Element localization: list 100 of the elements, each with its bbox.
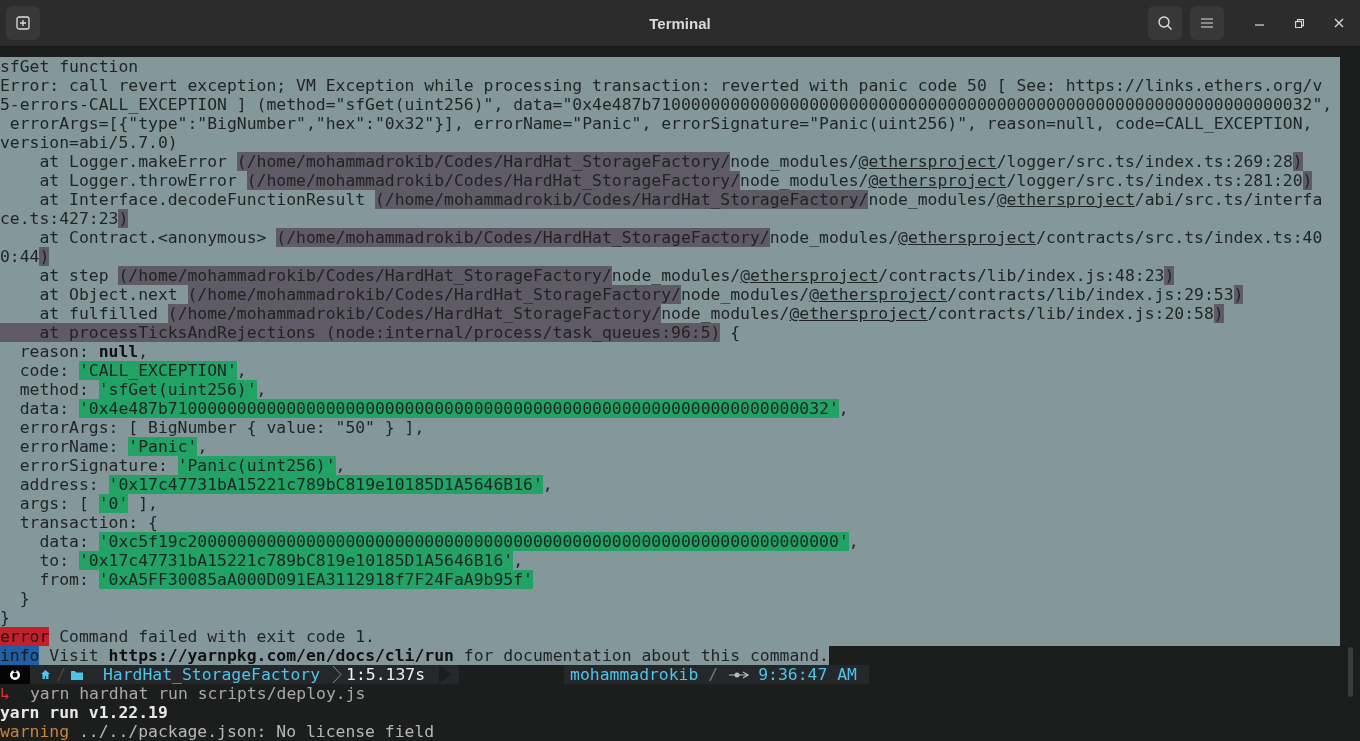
home-icon	[40, 669, 51, 680]
terminal-text: Visit	[48, 646, 100, 665]
link[interactable]: @ethersproject	[809, 285, 948, 304]
terminal-text: args: [	[18, 494, 90, 513]
terminal-text: /contracts/src.ts/index.ts:40	[1036, 228, 1323, 247]
terminal-text: node_modules/	[661, 304, 790, 323]
chevron-icon	[439, 665, 452, 684]
highlighted-path: (/home/mohammadrokib/Codes/HardHat_StorageFactory/	[236, 152, 731, 171]
terminal-text: ,	[513, 551, 524, 570]
new-tab-icon	[16, 16, 30, 30]
terminal-text: }	[0, 608, 10, 627]
string-value: 'Panic(uint256)'	[177, 456, 336, 475]
terminal-text: node_modules/	[611, 266, 741, 285]
string-value: 'CALL_EXCEPTION'	[78, 361, 237, 380]
terminal-text: /contracts/lib/index.js:20:58	[927, 304, 1214, 323]
new-tab-button[interactable]	[6, 6, 40, 40]
search-button[interactable]	[1148, 6, 1182, 40]
terminal-text: sfGet function	[0, 57, 139, 76]
highlighted-path: )	[1292, 152, 1303, 171]
string-value: '0x4e487b7100000000000000000000000000000000000000000000000000000000000000032'	[78, 399, 839, 418]
string-value: 'sfGet(uint256)'	[98, 380, 257, 399]
terminal-text: }	[18, 589, 30, 608]
terminal-text: /logger/src.ts/index.ts:269:28	[996, 152, 1293, 171]
warning-label: warning	[0, 722, 70, 741]
terminal-text: ,	[838, 399, 849, 418]
highlighted-path: (/home/mohammadrokib/Codes/HardHat_StorageFactory/	[167, 304, 662, 323]
highlighted-path: at processTicksAndRejections (node:internal/process/task_queues:96:5)	[0, 323, 721, 342]
info-tag: info	[0, 646, 40, 665]
terminal-text: errorName:	[18, 437, 120, 456]
link[interactable]: @ethersproject	[996, 190, 1135, 209]
terminal-text: 0:44	[0, 247, 40, 266]
terminal-text: node_modules/	[868, 190, 997, 209]
highlighted-path: (/home/mohammadrokib/Codes/HardHat_StorageFactory/	[375, 190, 869, 209]
prompt-arrow: ↳	[0, 684, 10, 703]
window-title: Terminal	[649, 14, 711, 32]
terminal-text: transaction: {	[18, 513, 158, 532]
terminal-text: node_modules/	[740, 171, 869, 190]
terminal-text: data:	[18, 399, 71, 418]
terminal-text: Error: call revert exception; VM Exception while processing transaction: reverted with panic code 50 [ See: https://links.ethers.org/v	[0, 76, 1323, 95]
terminal-text: reason:	[18, 342, 90, 361]
terminal-text: for documentation about this command.	[462, 646, 829, 665]
link[interactable]: @ethersproject	[858, 152, 997, 171]
terminal-text: at Contract.<anonymous>	[38, 228, 268, 247]
highlighted-path: (/home/mohammadrokib/Codes/HardHat_StorageFactory/	[118, 266, 612, 285]
terminal-text: at Logger.throwError	[38, 171, 238, 190]
link[interactable]: @ethersproject	[740, 266, 879, 285]
highlighted-path: )	[39, 247, 50, 266]
terminal-text: errorSignature:	[18, 456, 169, 475]
terminal-text: ],	[137, 494, 158, 513]
logo-icon	[9, 668, 21, 681]
string-value: '0xA5FF30085aA000D091EA3112918f7F24FaA9b95f'	[98, 570, 533, 589]
arrow-icon	[728, 669, 751, 680]
terminal-text: errorArgs=[{"type":"BigNumber","hex":"0x32"}], errorName="Panic", errorSignature="Panic(uint256)", reason=null, code=CALL_EXCEPTION,	[8, 114, 1313, 133]
terminal-text: data:	[38, 532, 90, 551]
terminal-text: node_modules/	[680, 285, 810, 304]
close-icon	[1334, 18, 1344, 28]
terminal-text: ,	[138, 342, 149, 361]
terminal-text: yarn run v1.22.19	[0, 703, 168, 722]
highlighted-path: (/home/mohammadrokib/Codes/HardHat_StorageFactory/	[246, 171, 741, 190]
terminal-text: {	[729, 323, 741, 342]
highlighted-path: )	[1302, 171, 1313, 190]
menu-icon	[1201, 18, 1213, 28]
scrollbar[interactable]	[1348, 647, 1353, 697]
highlighted-path: )	[1213, 304, 1224, 323]
maximize-icon	[1294, 18, 1304, 28]
command-text: yarn hardhat run scripts/deploy.js	[29, 684, 366, 703]
terminal-text: ,	[542, 475, 553, 494]
terminal-text: ce.ts:427:23	[0, 209, 119, 228]
directory-name: HardHat_StorageFactory	[103, 665, 321, 684]
terminal-text: method:	[18, 380, 90, 399]
terminal-text: at Interface.decodeFunctionResult	[38, 190, 367, 209]
string-value: 'Panic'	[128, 437, 198, 456]
user-name: mohammadrokib	[570, 665, 699, 684]
link[interactable]: @ethersproject	[868, 171, 1007, 190]
link[interactable]: @ethersproject	[898, 228, 1037, 247]
string-value: '0x17c47731bA15221c789bC819e10185D1A5646B16'	[108, 475, 543, 494]
terminal-text: at Object.next	[38, 285, 179, 304]
menu-button[interactable]	[1190, 6, 1224, 40]
terminal-text: /contracts/lib/index.js:48:23	[878, 266, 1165, 285]
string-value: '0x17c47731bA15221c789bC819e10185D1A5646B16'	[78, 551, 514, 570]
terminal-text: https://yarnpkg.com/en/docs/cli/run	[108, 646, 454, 665]
terminal-text: node_modules/	[769, 228, 898, 247]
terminal-text: code:	[18, 361, 71, 380]
highlighted-path: (/home/mohammadrokib/Codes/HardHat_StorageFactory/	[276, 228, 770, 247]
command-duration: 1:5.137s	[346, 665, 426, 684]
terminal-text: null	[98, 342, 139, 361]
terminal-text: /logger/src.ts/index.ts:281:20	[1006, 171, 1303, 190]
terminal-text: address:	[18, 475, 100, 494]
highlighted-path: (/home/mohammadrokib/Codes/HardHat_StorageFactory/	[187, 285, 681, 304]
link[interactable]: @ethersproject	[789, 304, 928, 323]
terminal-text: /contracts/lib/index.js:29:53	[947, 285, 1234, 304]
terminal-text: 5-errors-CALL_EXCEPTION ] (method="sfGet(uint256)", data="0x4e487b7100000000000000000000000000000000000000000000000000000000000000032",	[0, 95, 1333, 114]
terminal-text: ,	[848, 532, 859, 551]
highlighted-path: )	[1233, 285, 1244, 304]
terminal-text: ,	[197, 437, 208, 456]
terminal-text: to:	[38, 551, 71, 570]
separator-text: /	[708, 665, 719, 684]
terminal-text: ,	[335, 456, 346, 475]
terminal-text: node_modules/	[730, 152, 859, 171]
string-value: '0xc5f19c200000000000000000000000000000000000000000000000000000000000000000'	[98, 532, 849, 551]
